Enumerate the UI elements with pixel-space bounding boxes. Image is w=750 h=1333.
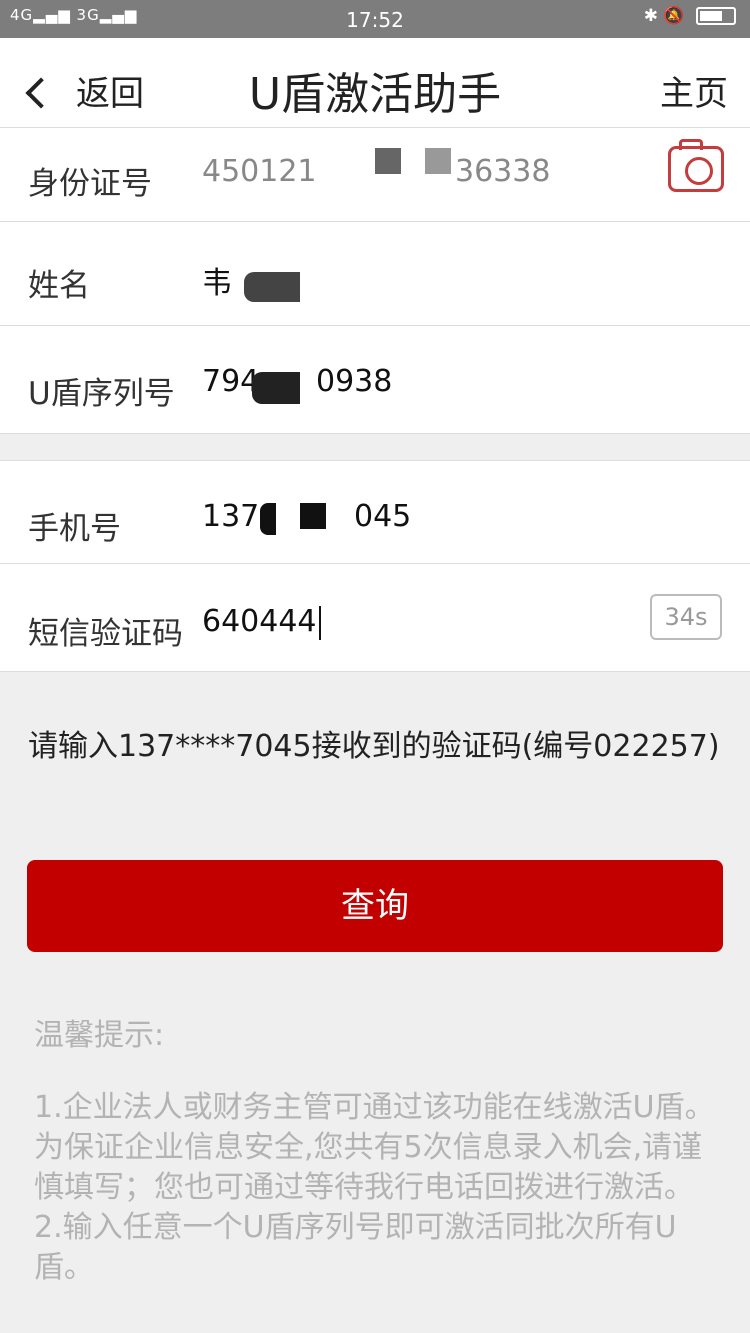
countdown-button[interactable]: 34s [650,594,722,640]
home-link[interactable]: 主页 [660,66,728,115]
tips-body: 1.企业法人或财务主管可通过该功能在线激活U盾。为保证企业信息安全,您共有5次信… [34,1090,715,1285]
text-caret [318,605,321,640]
name-row[interactable]: 姓名 韦 [0,222,750,326]
id-number-field-part1[interactable]: 450121 [202,154,317,189]
serial-field-part2[interactable]: 0938 [316,364,392,399]
phone-label: 手机号 [28,511,121,547]
redaction-block [244,272,300,302]
serial-field-part1[interactable]: 794 [202,364,259,399]
top-navbar: 返回 U盾激活助手 主页 [0,38,750,128]
sms-code-label: 短信验证码 [28,616,183,652]
status-icons: ✱ 🔕 [644,6,736,26]
id-number-row[interactable]: 身份证号 450121 36338 [0,128,750,222]
serial-row[interactable]: U盾序列号 794 0938 [0,326,750,434]
query-button[interactable]: 查询 [27,860,723,952]
phone-field-part1[interactable]: 137 [202,499,259,534]
status-time: 17:52 [346,8,404,32]
battery-icon [696,7,736,25]
bluetooth-icon: ✱ [643,6,659,26]
redaction-block [260,503,276,535]
name-field[interactable]: 韦 [202,258,232,302]
id-number-field-part2[interactable]: 36338 [455,154,550,189]
id-number-label: 身份证号 [28,166,152,202]
phone-row[interactable]: 手机号 137 045 [0,460,750,564]
redaction-block [252,372,300,404]
camera-icon[interactable] [668,139,724,192]
tips-title: 温馨提示: [34,1018,165,1053]
serial-label: U盾序列号 [28,376,175,412]
redaction-block [300,503,326,529]
sms-code-field[interactable]: 640444 [202,604,321,640]
phone-field-part2[interactable]: 045 [354,499,411,534]
redaction-block [425,148,451,174]
alarm-icon: 🔕 [663,6,685,26]
redaction-block [375,148,401,174]
sms-hint-text: 请输入137****7045接收到的验证码(编号022257) [28,729,720,764]
page-title: U盾激活助手 [248,69,502,120]
status-bar: 4G▂▄▆ 3G▂▄▆ 17:52 ✱ 🔕 [0,0,750,38]
name-label: 姓名 [28,268,90,304]
sms-code-row[interactable]: 短信验证码 640444 34s [0,564,750,672]
